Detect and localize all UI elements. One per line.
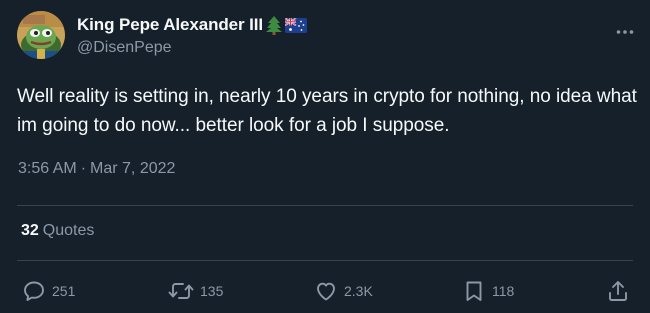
more-options-button[interactable]	[613, 20, 637, 44]
divider	[17, 260, 633, 261]
quotes-link[interactable]: 32 Quotes	[21, 222, 94, 240]
reply-icon	[24, 281, 44, 301]
user-handle[interactable]: @DisenPepe	[77, 39, 307, 57]
quotes-count: 32	[21, 222, 39, 239]
divider	[17, 205, 633, 206]
share-button[interactable]	[606, 276, 630, 306]
tweet: King Pepe Alexander III @DisenPepe Well …	[0, 0, 650, 313]
retweet-button[interactable]: 135	[168, 276, 223, 306]
tweet-text: Well reality is setting in, nearly 10 ye…	[17, 86, 637, 136]
more-options-icon	[616, 30, 634, 34]
action-bar: 251 135 2.3K 118	[0, 276, 650, 306]
meta-separator: ·	[80, 160, 87, 177]
quotes-label: Quotes	[42, 222, 95, 239]
tweet-date: Mar 7, 2022	[90, 160, 176, 177]
heart-icon	[317, 282, 335, 301]
like-button[interactable]: 2.3K	[314, 276, 373, 306]
evergreen-tree-icon	[266, 16, 283, 35]
avatar[interactable]	[17, 11, 65, 59]
display-name[interactable]: King Pepe Alexander III	[77, 15, 263, 35]
reply-count: 251	[52, 283, 76, 299]
retweet-count: 135	[200, 283, 224, 299]
australia-flag-icon	[285, 17, 308, 33]
name-row: King Pepe Alexander III	[77, 13, 308, 37]
author-info: King Pepe Alexander III @DisenPepe	[77, 13, 308, 57]
pepe-avatar-image	[17, 11, 65, 59]
reply-button[interactable]: 251	[22, 276, 75, 306]
tweet-timestamp[interactable]: 3:56 AM · Mar 7, 2022	[18, 160, 175, 178]
like-count: 2.3K	[344, 283, 373, 299]
name-flair	[265, 15, 308, 35]
bookmark-count: 118	[492, 283, 515, 299]
share-icon	[609, 281, 627, 301]
bookmark-icon	[466, 281, 482, 301]
bookmark-button[interactable]: 118	[462, 276, 514, 306]
tweet-time: 3:56 AM	[18, 160, 77, 177]
retweet-icon	[168, 283, 194, 299]
